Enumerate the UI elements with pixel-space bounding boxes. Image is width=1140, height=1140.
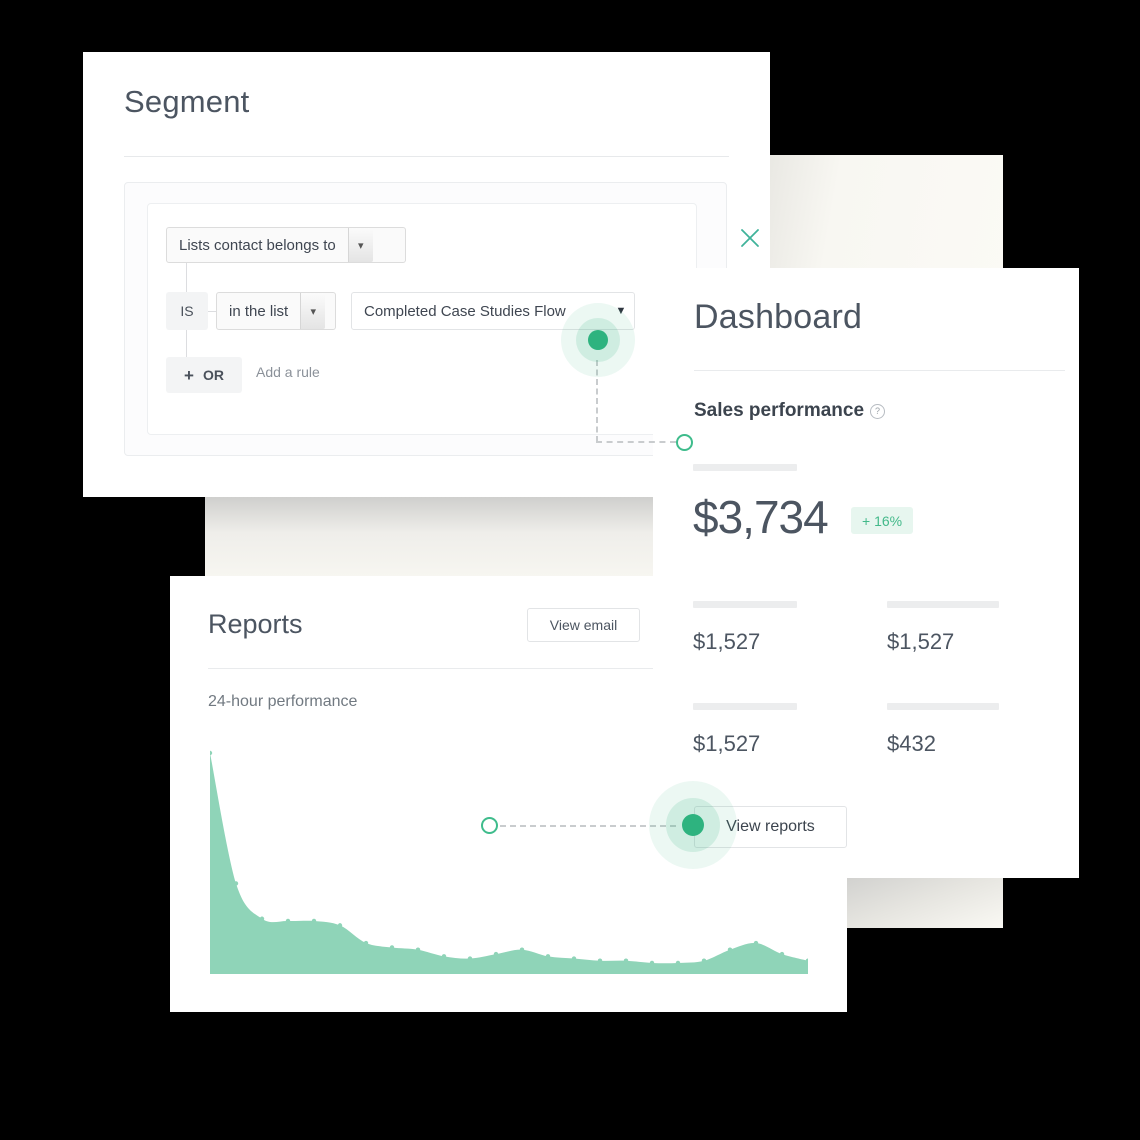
segment-field-select[interactable]: Lists contact belongs to ▾ [166,227,406,263]
callout-dashline-horizontal [596,441,676,443]
view-reports-button-label: View reports [726,818,815,835]
dashboard-metric-3: $1,527 [693,731,761,756]
composition-stage: Segment Lists contact belongs to ▾ IS in… [0,0,1140,1140]
dashboard-title: Dashboard [694,298,863,336]
dashboard-section-label: Sales performance ? [694,400,886,422]
rule-connector-vertical-bottom [186,330,187,357]
hotspot-dot [682,814,704,836]
reports-chart-subtitle: 24-hour performance [208,693,358,710]
dashboard-title-divider [694,370,1065,371]
view-email-button[interactable]: View email [527,608,640,642]
segment-or-label: OR [202,367,224,383]
help-icon[interactable]: ? [870,403,886,419]
segment-add-rule-link[interactable]: Add a rule [256,364,320,380]
chevron-down-icon: ▾ [347,228,373,262]
segment-add-or-button[interactable]: + OR [166,357,242,393]
callout-marker-dashboard [676,434,693,451]
decor-cream-block-lower [846,872,1003,928]
hotspot-dot [588,330,608,350]
reports-title: Reports [208,609,303,639]
dashboard-metric-4: $432 [887,731,936,756]
dashboard-metric-2: $1,527 [887,629,955,654]
segment-rule-group: Lists contact belongs to ▾ IS in the lis… [124,182,759,456]
chevron-down-icon: ▾ [300,293,326,329]
segment-field-select-value: Lists contact belongs to [179,236,336,254]
segment-condition-chip: IS [166,292,208,330]
segment-title: Segment [124,84,250,119]
plus-icon: + [184,365,194,385]
segment-condition-chip-label: IS [180,303,194,319]
chart-callout-marker [481,817,498,834]
dashboard-panel: Dashboard Sales performance ? $3,734 + 1… [653,268,1079,878]
metric-label-placeholder-1 [693,601,797,608]
dashboard-metric-1: $1,527 [693,629,761,654]
dashboard-delta-badge: + 16% [851,507,914,534]
segment-operator-select-value: in the list [229,302,289,320]
view-email-button-label: View email [549,617,618,633]
segment-title-divider [124,156,729,157]
rule-connector-horizontal [208,311,216,312]
dashboard-primary-metric: $3,734 [693,491,829,543]
rule-connector-vertical-top [186,263,187,292]
close-icon[interactable] [736,226,764,254]
metric-label-placeholder-2 [887,601,999,608]
segment-operator-select[interactable]: in the list ▾ [216,292,336,330]
metric-label-placeholder-3 [693,703,797,710]
dashboard-section-label-text: Sales performance [694,400,865,421]
metric-label-placeholder-primary [693,464,797,471]
metric-label-placeholder-4 [887,703,999,710]
